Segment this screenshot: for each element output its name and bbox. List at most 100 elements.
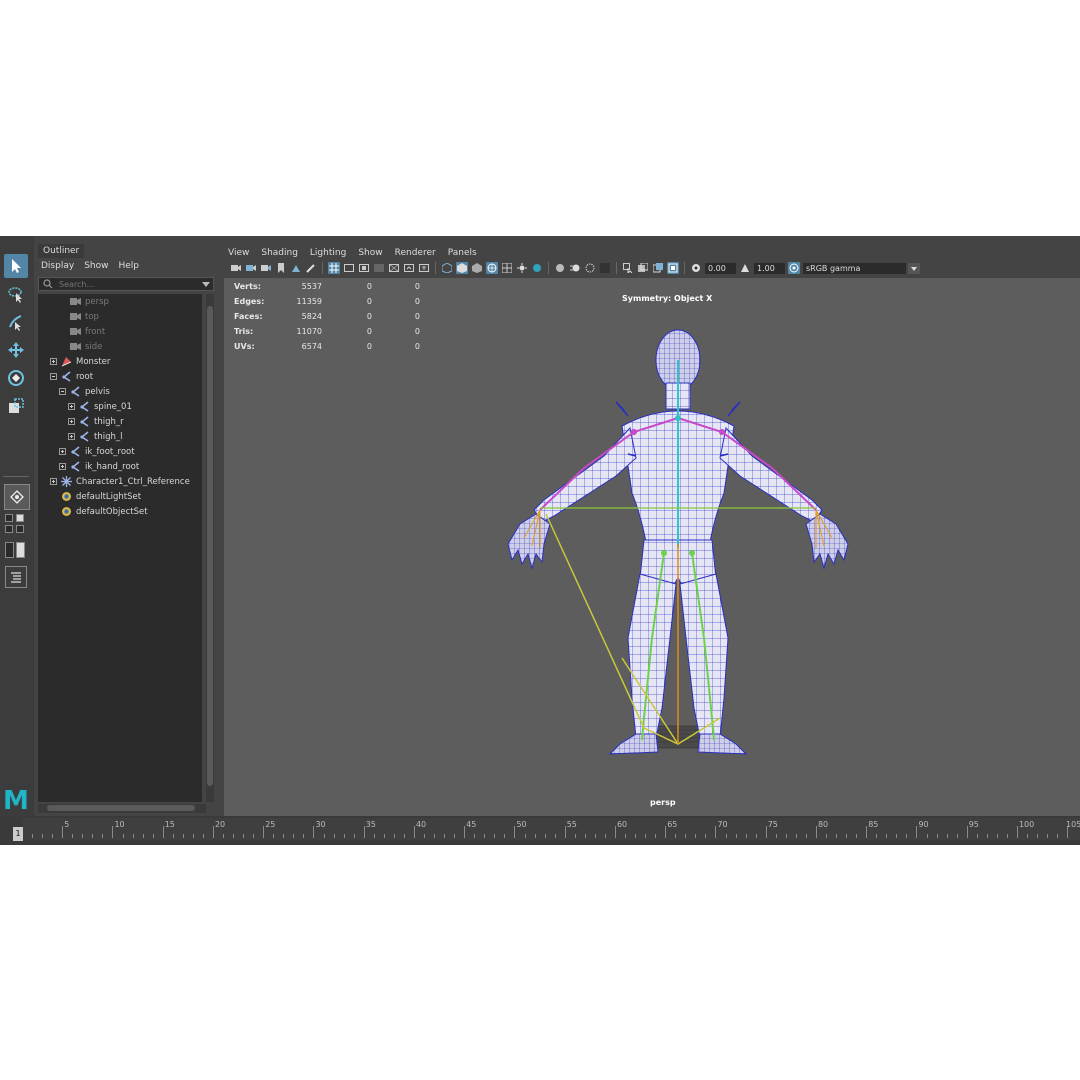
time-slider-track[interactable]: 5 10 15 20 25 30 35 40 45 50 55 60 65 70 75 80 85 90 95 100… (22, 818, 1080, 840)
textured-icon[interactable] (501, 262, 513, 274)
shadows-icon[interactable] (531, 262, 543, 274)
graph-layout-icon[interactable] (16, 525, 24, 533)
select-camera-icon[interactable] (230, 262, 242, 274)
menu-view[interactable]: View (228, 248, 249, 258)
outliner-item[interactable]: Monster (50, 354, 110, 369)
xray-joints-icon[interactable] (652, 262, 664, 274)
gamma-field[interactable]: 1.00 (754, 262, 785, 274)
outliner-search-input[interactable] (59, 278, 199, 290)
persp-outliner-layout-icon[interactable] (16, 514, 24, 522)
outliner-menu-show[interactable]: Show (84, 261, 108, 271)
default-material-icon[interactable] (471, 262, 483, 274)
outliner-item[interactable]: persp (59, 294, 109, 309)
outliner-vertical-scrollbar[interactable] (206, 294, 214, 802)
dropdown-chevron-icon[interactable] (908, 262, 920, 274)
menu-shading[interactable]: Shading (261, 248, 298, 258)
menu-lighting[interactable]: Lighting (310, 248, 346, 258)
timeline-frame-label: 5 (64, 820, 70, 829)
anti-aliasing-icon[interactable] (584, 262, 596, 274)
motion-blur-icon[interactable] (569, 262, 581, 274)
outliner-item[interactable]: thigh_r (68, 414, 124, 429)
image-plane-icon[interactable] (275, 262, 287, 274)
outliner-menu-display[interactable]: Display (41, 261, 74, 271)
menu-panels[interactable]: Panels (448, 248, 477, 258)
outliner-item[interactable]: spine_01 (68, 399, 132, 414)
outliner-item[interactable]: Character1_Ctrl_Reference (50, 474, 190, 489)
single-view-layout-icon[interactable] (4, 484, 30, 510)
film-gate-icon[interactable] (343, 262, 355, 274)
outliner-layout-icon[interactable] (5, 566, 27, 588)
outliner-item[interactable]: defaultLightSet (50, 489, 141, 504)
outliner-tab[interactable]: Outliner (38, 244, 85, 258)
menu-renderer[interactable]: Renderer (395, 248, 436, 258)
gate-mask-icon[interactable] (373, 262, 385, 274)
smooth-shade-icon[interactable] (456, 262, 468, 274)
timeline-tick (715, 826, 717, 838)
bookmarks-icon[interactable] (260, 262, 272, 274)
menu-show[interactable]: Show (358, 248, 382, 258)
outliner-item[interactable]: front (59, 324, 105, 339)
scrollbar-thumb[interactable] (47, 805, 195, 811)
isolate-select-icon[interactable] (622, 262, 634, 274)
ambient-occlusion-icon[interactable] (554, 262, 566, 274)
skeleton-joints[interactable] (523, 360, 833, 745)
color-management-icon[interactable] (788, 262, 800, 274)
outliner-item[interactable]: side (59, 339, 102, 354)
lights-icon[interactable] (516, 262, 528, 274)
timeline-tick (504, 834, 506, 838)
set-icon (61, 491, 72, 502)
view-transform-dropdown[interactable]: sRGB gamma (803, 262, 920, 274)
current-frame-marker[interactable]: 1 (13, 827, 23, 841)
collapse-icon[interactable] (59, 388, 66, 395)
select-tool-icon[interactable] (4, 254, 28, 278)
outliner-item[interactable]: defaultObjectSet (50, 504, 148, 519)
outliner-item[interactable]: ik_foot_root (59, 444, 135, 459)
outliner-horizontal-scrollbar[interactable] (38, 804, 206, 813)
character-foot-right (608, 733, 659, 755)
safe-action-icon[interactable] (403, 262, 415, 274)
paint-select-tool-icon[interactable] (4, 310, 28, 334)
layout-a-icon[interactable] (5, 542, 14, 558)
lasso-tool-icon[interactable] (4, 282, 28, 306)
search-options-chevron-icon[interactable] (202, 282, 210, 287)
grease-pencil-icon[interactable] (305, 262, 317, 274)
gamma-icon[interactable] (739, 262, 751, 274)
character-model[interactable] (224, 278, 1080, 816)
expand-icon[interactable] (59, 463, 66, 470)
time-slider[interactable]: 5 10 15 20 25 30 35 40 45 50 55 60 65 70 75 80 85 90 95 100… (0, 816, 1080, 845)
xray-icon[interactable] (637, 262, 649, 274)
outliner-item[interactable]: ik_hand_root (59, 459, 139, 474)
3d-viewport[interactable]: Verts: 5537 0 0 Edges: 11359 0 0 Faces: 5824 0 0 Tri… (224, 278, 1080, 816)
scrollbar-thumb[interactable] (207, 306, 213, 786)
collapse-icon[interactable] (50, 373, 57, 380)
depth-of-field-icon[interactable] (599, 262, 611, 274)
expand-icon[interactable] (68, 418, 75, 425)
outliner-menu-help[interactable]: Help (118, 261, 139, 271)
field-chart-icon[interactable] (388, 262, 400, 274)
expand-icon[interactable] (59, 448, 66, 455)
rotate-tool-icon[interactable] (4, 366, 28, 390)
four-view-layout-icon[interactable] (5, 514, 13, 522)
exposure-icon[interactable] (690, 262, 702, 274)
safe-title-icon[interactable] (418, 262, 430, 274)
wireframe-on-shaded-icon[interactable] (486, 262, 498, 274)
outliner-item[interactable]: root (50, 369, 93, 384)
camera-attributes-icon[interactable] (245, 262, 257, 274)
exposure-field[interactable]: 0.00 (705, 262, 736, 274)
grid-icon[interactable] (328, 262, 340, 274)
layout-b-icon[interactable] (16, 542, 25, 558)
scale-tool-icon[interactable] (4, 394, 28, 418)
outliner-item[interactable]: thigh_l (68, 429, 122, 444)
2d-pan-zoom-icon[interactable] (290, 262, 302, 274)
outliner-item[interactable]: pelvis (59, 384, 110, 399)
xray-components-icon[interactable] (667, 262, 679, 274)
wireframe-icon[interactable] (441, 262, 453, 274)
expand-icon[interactable] (68, 433, 75, 440)
expand-icon[interactable] (50, 478, 57, 485)
resolution-gate-icon[interactable] (358, 262, 370, 274)
expand-icon[interactable] (50, 358, 57, 365)
outliner-item[interactable]: top (59, 309, 99, 324)
expand-icon[interactable] (68, 403, 75, 410)
two-view-layout-icon[interactable] (5, 525, 13, 533)
move-tool-icon[interactable] (4, 338, 28, 362)
